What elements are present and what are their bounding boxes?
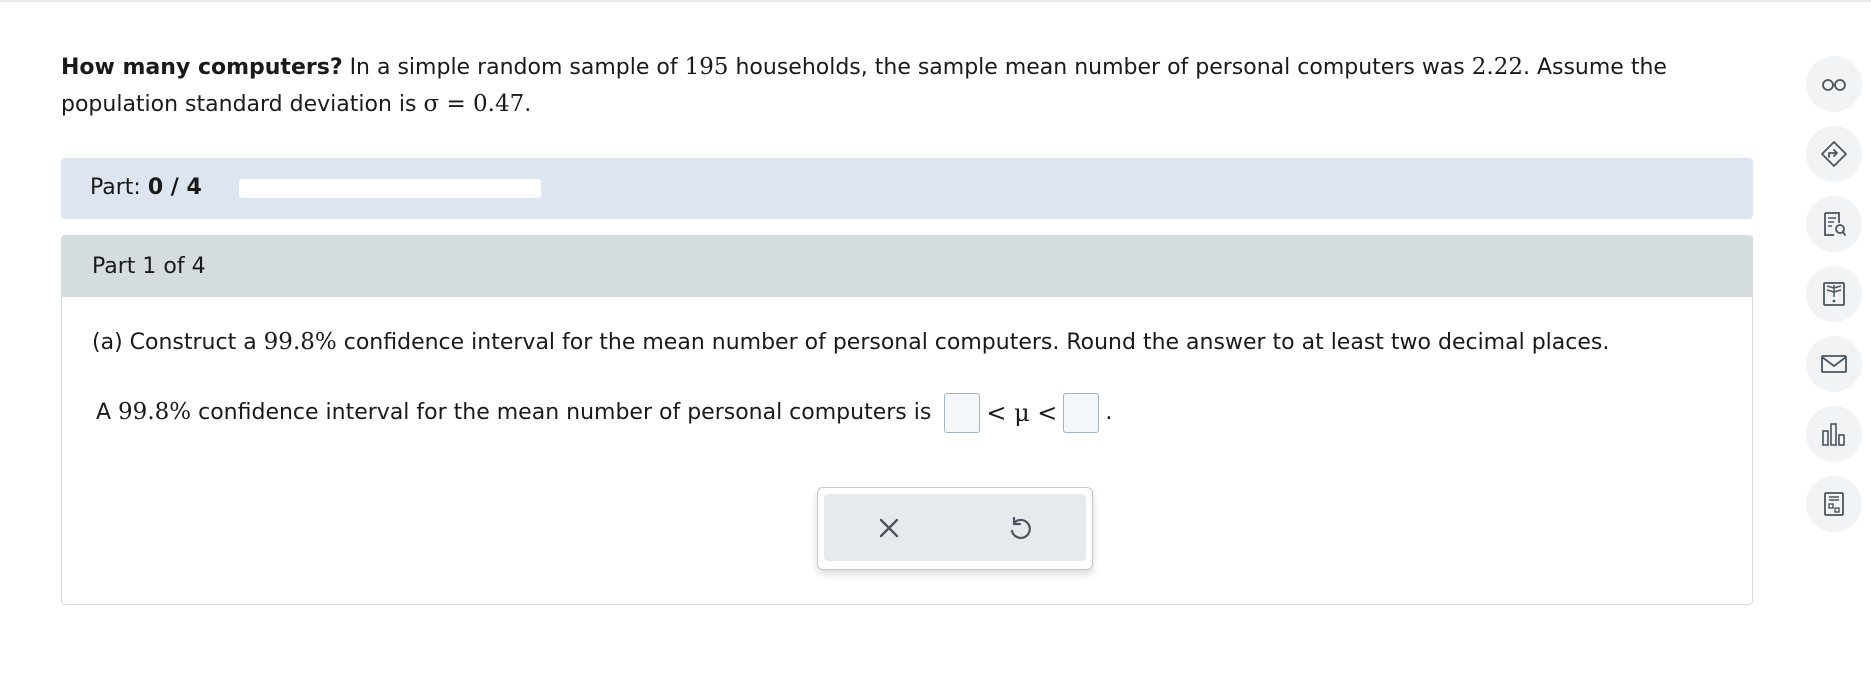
answer-line: A 99.8% confidence interval for the mean… <box>96 392 1112 433</box>
population-sigma: σ = 0.47 <box>423 91 525 117</box>
problem-statement: How many computers? In a simple random s… <box>61 49 1753 123</box>
progress-track <box>239 179 541 198</box>
answer-post: confidence interval for the mean number … <box>191 400 932 425</box>
bar-chart-button[interactable] <box>1806 406 1862 462</box>
upper-bound-input[interactable] <box>1063 393 1100 433</box>
answer-confidence: 99.8% <box>118 399 192 425</box>
part-label: Part: <box>90 175 141 200</box>
undo-button[interactable] <box>1002 510 1038 546</box>
question-pre: (a) Construct a <box>92 330 264 355</box>
confidence-level: 99.8% <box>263 329 337 355</box>
notes-search-button[interactable] <box>1806 196 1862 252</box>
directions-button[interactable] <box>1806 126 1862 182</box>
notes-search-icon <box>1824 212 1846 236</box>
answer-period: . <box>1105 400 1113 425</box>
bar-chart-icon <box>1822 423 1845 446</box>
answer-pre: A <box>96 400 119 425</box>
calculator-report-button[interactable] <box>1806 476 1862 532</box>
section-header-label: Part 1 of 4 <box>92 254 206 279</box>
problem-text: In a simple random sample of <box>342 55 685 80</box>
directions-icon <box>1821 141 1847 167</box>
part-progress-count: 0 / 4 <box>147 175 202 200</box>
calculator-report-icon <box>1824 492 1844 516</box>
part-progress-bar: Part: 0 / 4 <box>61 158 1753 219</box>
clear-button[interactable] <box>871 510 907 546</box>
top-rule <box>0 0 1871 2</box>
undo-icon <box>1010 516 1031 540</box>
textbook-button[interactable] <box>1806 266 1862 322</box>
glasses-icon <box>1822 79 1846 91</box>
sample-size: 195 <box>684 54 729 80</box>
lower-bound-input[interactable] <box>944 393 981 433</box>
glasses-button[interactable] <box>1806 56 1862 112</box>
problem-title: How many computers? <box>61 55 343 80</box>
answer-tool-card <box>817 487 1093 570</box>
mu-relation: < μ < <box>986 399 1058 427</box>
problem-text: . <box>524 92 532 117</box>
problem-text: households, the sample mean number of pe… <box>728 55 1472 80</box>
question-post: confidence interval for the mean number … <box>336 330 1610 355</box>
part-progress-label: Part: 0 / 4 <box>90 173 202 203</box>
answer-tool-tray <box>824 494 1086 561</box>
mail-icon <box>1821 355 1847 373</box>
section-header: Part 1 of 4 <box>62 236 1752 297</box>
question-text: (a) Construct a 99.8% confidence interva… <box>92 327 1609 358</box>
textbook-icon <box>1823 282 1845 306</box>
part-section: Part 1 of 4 (a) Construct a 99.8% confid… <box>61 235 1753 605</box>
x-icon <box>879 518 899 538</box>
mail-button[interactable] <box>1806 336 1862 392</box>
sample-mean: 2.22 <box>1471 54 1523 80</box>
